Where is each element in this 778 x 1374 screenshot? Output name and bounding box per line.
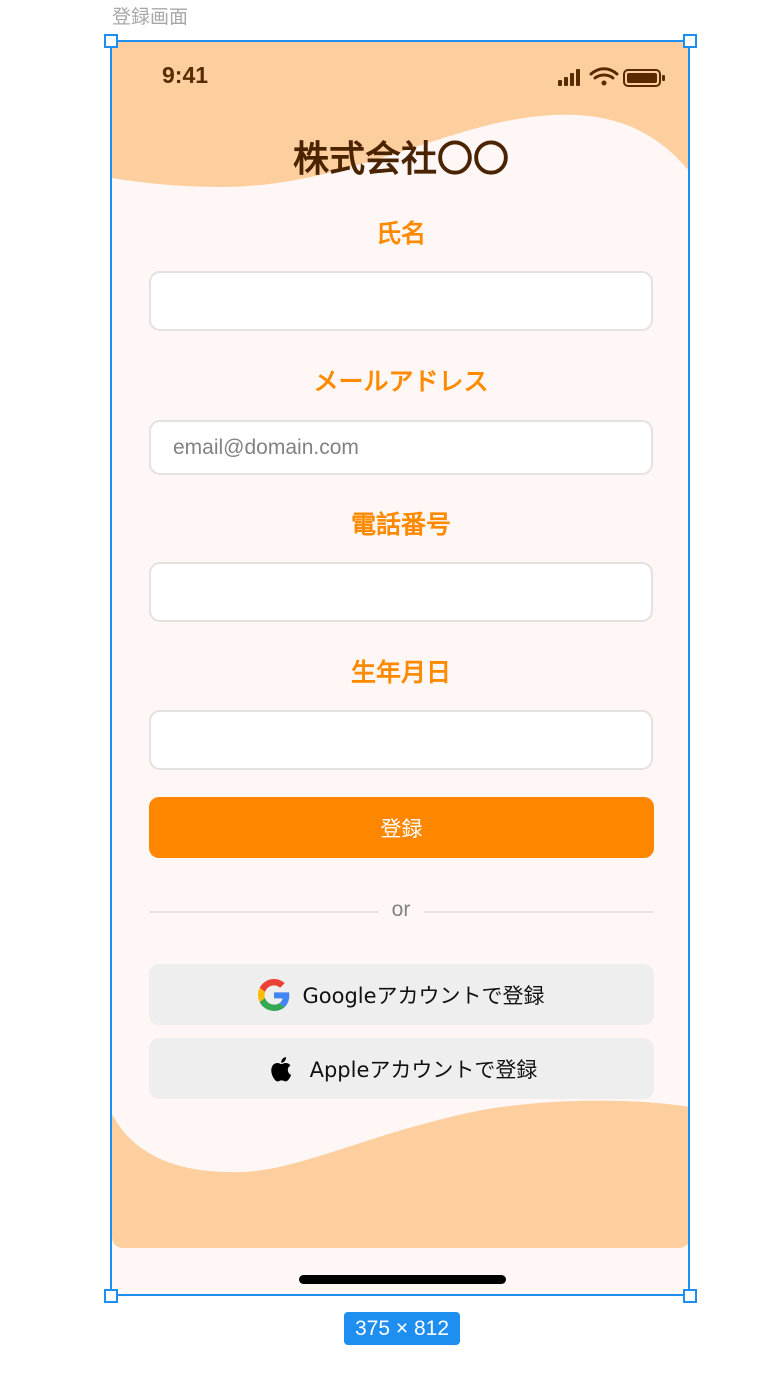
name-label: 氏名: [375, 220, 426, 248]
canvas: 登録画面 9:41 株式会社〇〇 氏名 メールアドレス email@domain…: [0, 0, 778, 1374]
battery-icon: [623, 69, 665, 87]
status-bar: 9:41: [112, 42, 690, 112]
resize-handle-bottom-left[interactable]: [104, 1289, 118, 1303]
phone-input[interactable]: [149, 562, 653, 622]
apple-signup-button[interactable]: Appleアカウントで登録: [149, 1038, 654, 1099]
phone-label: 電話番号: [350, 511, 451, 539]
google-signup-label: Googleアカウントで登録: [302, 983, 545, 1008]
email-input[interactable]: [149, 420, 653, 475]
status-time: 9:41: [162, 62, 209, 88]
frame-size-badge: 375 × 812: [344, 1312, 460, 1345]
wifi-icon: [589, 67, 619, 86]
frame-label: 登録画面: [112, 6, 189, 28]
name-input[interactable]: [149, 271, 653, 331]
resize-handle-top-right[interactable]: [683, 34, 697, 48]
phone-screen: 9:41 株式会社〇〇 氏名 メールアドレス email@domain.com …: [112, 42, 690, 1296]
birthdate-input[interactable]: [149, 710, 653, 770]
divider-text: or: [391, 898, 411, 921]
status-icons: [558, 67, 665, 87]
cellular-signal-icon: [558, 69, 580, 86]
resize-handle-top-left[interactable]: [104, 34, 118, 48]
email-label: メールアドレス: [313, 368, 489, 396]
bottom-wave-decoration: [112, 1100, 690, 1248]
register-button[interactable]: 登録: [149, 797, 654, 858]
google-signup-button[interactable]: Googleアカウントで登録: [149, 964, 654, 1025]
google-icon: [258, 978, 290, 1011]
home-indicator: [299, 1275, 506, 1284]
company-title: 株式会社〇〇: [292, 138, 509, 179]
birthdate-label: 生年月日: [350, 659, 451, 687]
apple-icon: [270, 1056, 291, 1081]
apple-signup-label: Appleアカウントで登録: [309, 1057, 538, 1082]
resize-handle-bottom-right[interactable]: [683, 1289, 697, 1303]
